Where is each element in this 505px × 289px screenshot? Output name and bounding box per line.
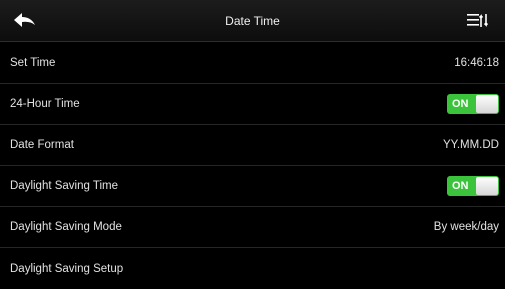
date-format-label: Date Format <box>10 139 74 151</box>
date-time-screen: Date Time Set Time 16:46:18 24-Hour Time… <box>0 0 505 289</box>
back-arrow-icon <box>13 12 37 31</box>
toggle-knob <box>476 177 498 195</box>
header-bar: Date Time <box>0 0 505 42</box>
back-button[interactable] <box>0 0 50 42</box>
daylight-saving-time-row[interactable]: Daylight Saving Time ON <box>0 166 505 207</box>
set-time-row[interactable]: Set Time 16:46:18 <box>0 43 505 84</box>
24-hour-time-toggle[interactable]: ON <box>447 94 499 114</box>
date-format-row[interactable]: Date Format YY.MM.DD <box>0 125 505 166</box>
daylight-saving-setup-label: Daylight Saving Setup <box>10 262 124 275</box>
daylight-saving-mode-value: By week/day <box>433 221 499 233</box>
daylight-saving-mode-row[interactable]: Daylight Saving Mode By week/day <box>0 207 505 248</box>
toggle-on-text: ON <box>452 98 469 110</box>
date-format-value: YY.MM.DD <box>442 139 499 151</box>
set-time-label: Set Time <box>10 57 56 69</box>
daylight-saving-time-toggle[interactable]: ON <box>447 176 499 196</box>
page-title: Date Time <box>225 14 280 28</box>
24-hour-time-label: 24-Hour Time <box>10 98 80 110</box>
daylight-saving-mode-label: Daylight Saving Mode <box>10 221 122 233</box>
menu-sort-icon <box>466 12 490 31</box>
toggle-knob <box>476 95 498 113</box>
24-hour-time-row[interactable]: 24-Hour Time ON <box>0 84 505 125</box>
daylight-saving-time-label: Daylight Saving Time <box>10 180 119 192</box>
menu-button[interactable] <box>450 0 505 42</box>
toggle-on-text: ON <box>452 180 469 192</box>
daylight-saving-setup-row[interactable]: Daylight Saving Setup <box>0 248 505 289</box>
set-time-value: 16:46:18 <box>454 57 499 69</box>
